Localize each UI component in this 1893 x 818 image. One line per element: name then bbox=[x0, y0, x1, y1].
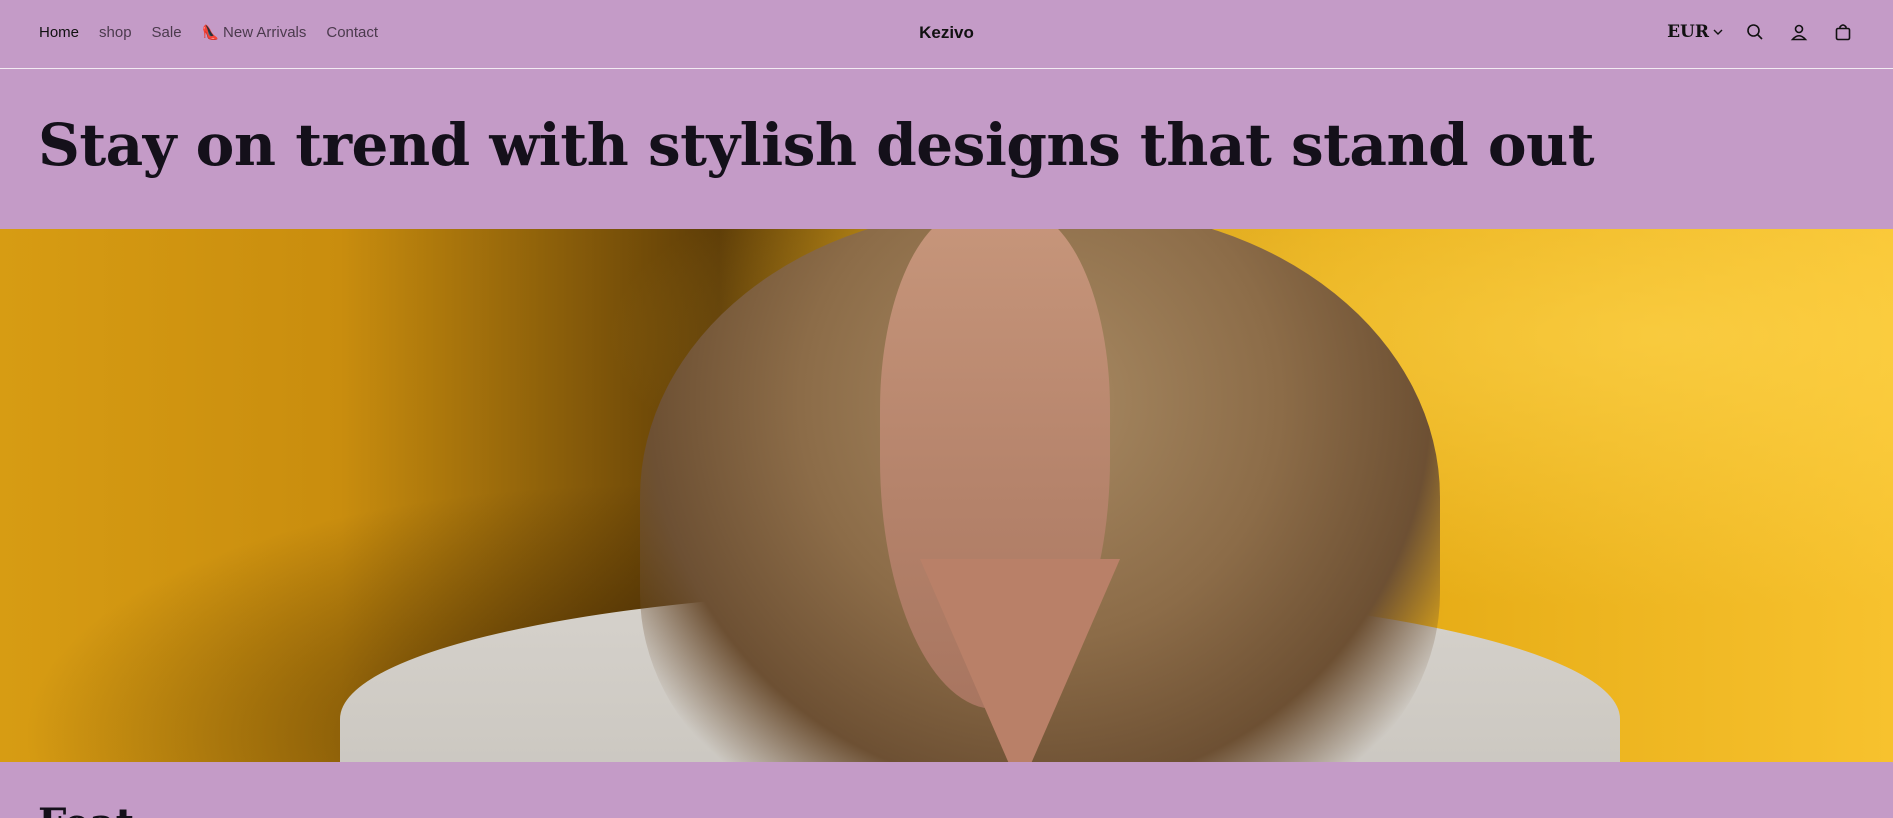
currency-selector[interactable]: EUR bbox=[1667, 22, 1723, 42]
search-icon bbox=[1747, 24, 1763, 40]
hero-image bbox=[0, 229, 1893, 762]
next-section: Feat bbox=[0, 762, 1893, 818]
section-heading-partial: Feat bbox=[38, 800, 134, 818]
header-actions: EUR bbox=[1667, 20, 1855, 44]
account-icon bbox=[1790, 24, 1808, 41]
cart-button[interactable] bbox=[1831, 20, 1855, 44]
hero-headline: Stay on trend with stylish designs that … bbox=[38, 111, 1595, 179]
currency-label: EUR bbox=[1667, 22, 1709, 42]
brand-logo[interactable]: Kezivo bbox=[0, 23, 1893, 43]
site-header: Home shop Sale 👠 New Arrivals Contact Ke… bbox=[0, 0, 1893, 69]
search-button[interactable] bbox=[1743, 20, 1767, 44]
hero-heading-section: Stay on trend with stylish designs that … bbox=[0, 69, 1893, 229]
cart-icon bbox=[1835, 24, 1851, 41]
chevron-down-icon bbox=[1713, 29, 1723, 35]
account-button[interactable] bbox=[1787, 20, 1811, 44]
